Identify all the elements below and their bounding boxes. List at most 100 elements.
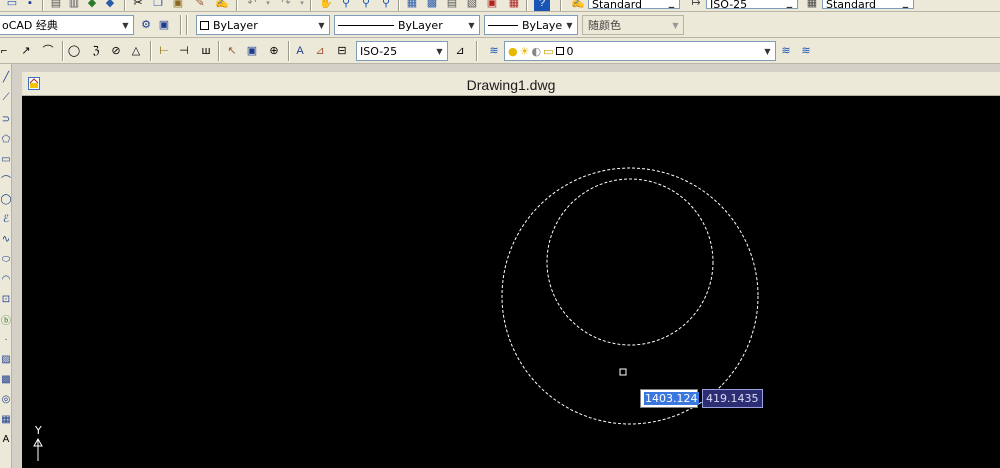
workspace-settings-icon[interactable]: ⚙	[138, 17, 154, 33]
make-block-icon[interactable]: ⓑ	[0, 312, 12, 327]
multiline-text-icon[interactable]: A	[0, 432, 12, 446]
point-icon[interactable]: ·	[0, 332, 12, 346]
redo-dropdown-icon[interactable]: ▾	[294, 0, 310, 11]
sheet-set-icon[interactable]: ▧	[464, 0, 480, 11]
insert-block-icon[interactable]: ⊡	[0, 292, 12, 306]
drawing-title-bar: Drawing1.dwg	[22, 72, 1000, 96]
zoom-previous-icon[interactable]: ⚲	[378, 0, 394, 11]
layer-viewport-icon: ◐	[531, 44, 542, 58]
radius-dimension-icon[interactable]: ◯	[66, 43, 82, 59]
revision-cloud-icon[interactable]: ℰ	[0, 212, 12, 226]
zoom-realtime-icon[interactable]: ⚲	[338, 0, 354, 11]
standard-toolbar: ▭ ▪ ▤ ▥ ◆ ◆ ✂ ❐ ▣ ✎ ✍ ↶ ▾ ↷ ▾ ✋ ⚲ ⚲ ⚲ ▦ …	[0, 0, 1000, 12]
center-mark-icon[interactable]: ⊕	[266, 43, 282, 59]
dimension-text-edit-icon[interactable]: ⊿	[312, 43, 328, 59]
continue-dimension-icon[interactable]: ш	[198, 43, 214, 59]
drawing-title: Drawing1.dwg	[466, 77, 556, 93]
ellipse-icon[interactable]: ⬭	[0, 252, 12, 266]
help-icon[interactable]: ?	[534, 0, 550, 11]
drawing-canvas[interactable]: Y	[22, 96, 1000, 468]
color-select[interactable]: ByLayer ▼	[196, 15, 330, 35]
copy-icon[interactable]: ❐	[150, 0, 166, 11]
paste-icon[interactable]: ▣	[170, 0, 186, 11]
properties-icon[interactable]: ▦	[404, 0, 420, 11]
block-editor-icon[interactable]: ✍	[214, 0, 230, 11]
table-icon[interactable]: ▦	[0, 412, 12, 426]
table-style-icon[interactable]: ▦	[804, 0, 820, 11]
layer-select[interactable]: ● ☀ ◐ ▭ 0 ▼	[504, 41, 776, 61]
diameter-dimension-icon[interactable]: ⊘	[108, 43, 124, 59]
redo-icon[interactable]: ↷	[278, 0, 294, 11]
quickcalc-icon[interactable]: ▦	[506, 0, 522, 11]
layer-freeze-icon: ☀	[519, 44, 530, 58]
chevron-down-icon: ▼	[760, 42, 775, 60]
lineweight-select[interactable]: ByLayer ▼	[484, 15, 578, 35]
tolerance-icon[interactable]: ▣	[244, 43, 260, 59]
dynamic-input-y[interactable]: 419.1435	[702, 389, 763, 408]
cut-icon[interactable]: ✂	[130, 0, 146, 11]
etransmit-icon[interactable]: ◆	[102, 0, 118, 11]
quick-dimension-icon[interactable]: ⊢	[156, 43, 172, 59]
polyline-icon[interactable]: ⊃	[0, 112, 12, 126]
tool-palettes-icon[interactable]: ▤	[444, 0, 460, 11]
save-workspace-icon[interactable]: ▣	[156, 17, 172, 33]
spline-icon[interactable]: ∿	[0, 232, 12, 246]
dimension-style-icon[interactable]: ⊿	[452, 43, 468, 59]
dynamic-input-x[interactable]: 1403.124	[640, 389, 699, 408]
text-style-select[interactable]: Standard ▼	[588, 0, 680, 9]
rectangle-icon[interactable]: ▭	[0, 152, 12, 166]
color-swatch-icon	[200, 20, 209, 30]
plot-preview-icon[interactable]: ▥	[66, 0, 82, 11]
construction-line-icon[interactable]: ⟋	[0, 90, 12, 104]
layer-on-icon: ●	[508, 44, 518, 58]
arc-icon[interactable]: ⌒	[0, 172, 12, 187]
table-style-select[interactable]: Standard ▼	[822, 0, 914, 9]
baseline-dimension-icon[interactable]: ⊣	[176, 43, 192, 59]
chevron-down-icon: ▼	[118, 16, 133, 34]
region-icon[interactable]: ◎	[0, 392, 12, 406]
aligned-dimension-icon[interactable]: ↗	[18, 43, 34, 59]
dimension-update-icon[interactable]: ⊟	[334, 43, 350, 59]
dimension-edit-icon[interactable]: A	[292, 43, 308, 59]
dim-style-icon[interactable]: ↦	[688, 0, 704, 11]
layer-manager-icon[interactable]: ≋	[486, 43, 502, 59]
jogged-dimension-icon[interactable]: ℨ	[88, 43, 104, 59]
ellipse-arc-icon[interactable]: ◠	[0, 272, 12, 286]
design-center-icon[interactable]: ▩	[424, 0, 440, 11]
text-style-icon[interactable]: ✍	[570, 0, 586, 11]
angular-dimension-icon[interactable]: △	[128, 43, 144, 59]
dim-style-select-top[interactable]: ISO-25 ▼	[706, 0, 798, 9]
linetype-select[interactable]: ByLayer ▼	[334, 15, 480, 35]
publish-icon[interactable]: ◆	[84, 0, 100, 11]
make-layer-current-icon[interactable]: ≋	[778, 43, 794, 59]
gradient-icon[interactable]: ▩	[0, 372, 12, 386]
quick-leader-icon[interactable]: ↖	[224, 43, 240, 59]
dim-style-select[interactable]: ISO-25 ▼	[356, 41, 448, 61]
arc-length-icon[interactable]: ⌒	[40, 43, 56, 59]
print-icon[interactable]: ▤	[48, 0, 64, 11]
markup-icon[interactable]: ▣	[484, 0, 500, 11]
layer-previous-icon[interactable]: ≋	[798, 43, 814, 59]
new-file-icon[interactable]: ▭	[4, 0, 20, 11]
chevron-down-icon: ▼	[432, 42, 447, 60]
ucs-y-label: Y	[34, 424, 42, 437]
draw-toolbar: ╱ ⟋ ⊃ ⬠ ▭ ⌒ ◯ ℰ ∿ ⬭ ◠ ⊡ ⓑ · ▨ ▩ ◎ ▦ A	[0, 64, 12, 468]
hatch-icon[interactable]: ▨	[0, 352, 12, 366]
chevron-down-icon: ▼	[782, 0, 797, 8]
undo-icon[interactable]: ↶	[244, 0, 260, 11]
linear-dimension-icon[interactable]: ⌐	[0, 43, 12, 59]
pan-icon[interactable]: ✋	[318, 0, 334, 11]
chevron-down-icon: ▼	[562, 16, 577, 34]
layer-color-icon	[555, 47, 564, 55]
undo-dropdown-icon[interactable]: ▾	[260, 0, 276, 11]
chevron-down-icon: ▼	[898, 0, 913, 8]
plotstyle-select[interactable]: 随颜色 ▼	[582, 15, 684, 35]
save-icon[interactable]: ▪	[22, 0, 38, 11]
circle-icon[interactable]: ◯	[0, 192, 12, 206]
zoom-window-icon[interactable]: ⚲	[358, 0, 374, 11]
workspace-select[interactable]: oCAD 经典 ▼	[0, 15, 134, 35]
linetype-sample-icon	[338, 24, 394, 26]
match-properties-icon[interactable]: ✎	[192, 0, 208, 11]
polygon-icon[interactable]: ⬠	[0, 132, 12, 146]
line-icon[interactable]: ╱	[0, 70, 12, 84]
